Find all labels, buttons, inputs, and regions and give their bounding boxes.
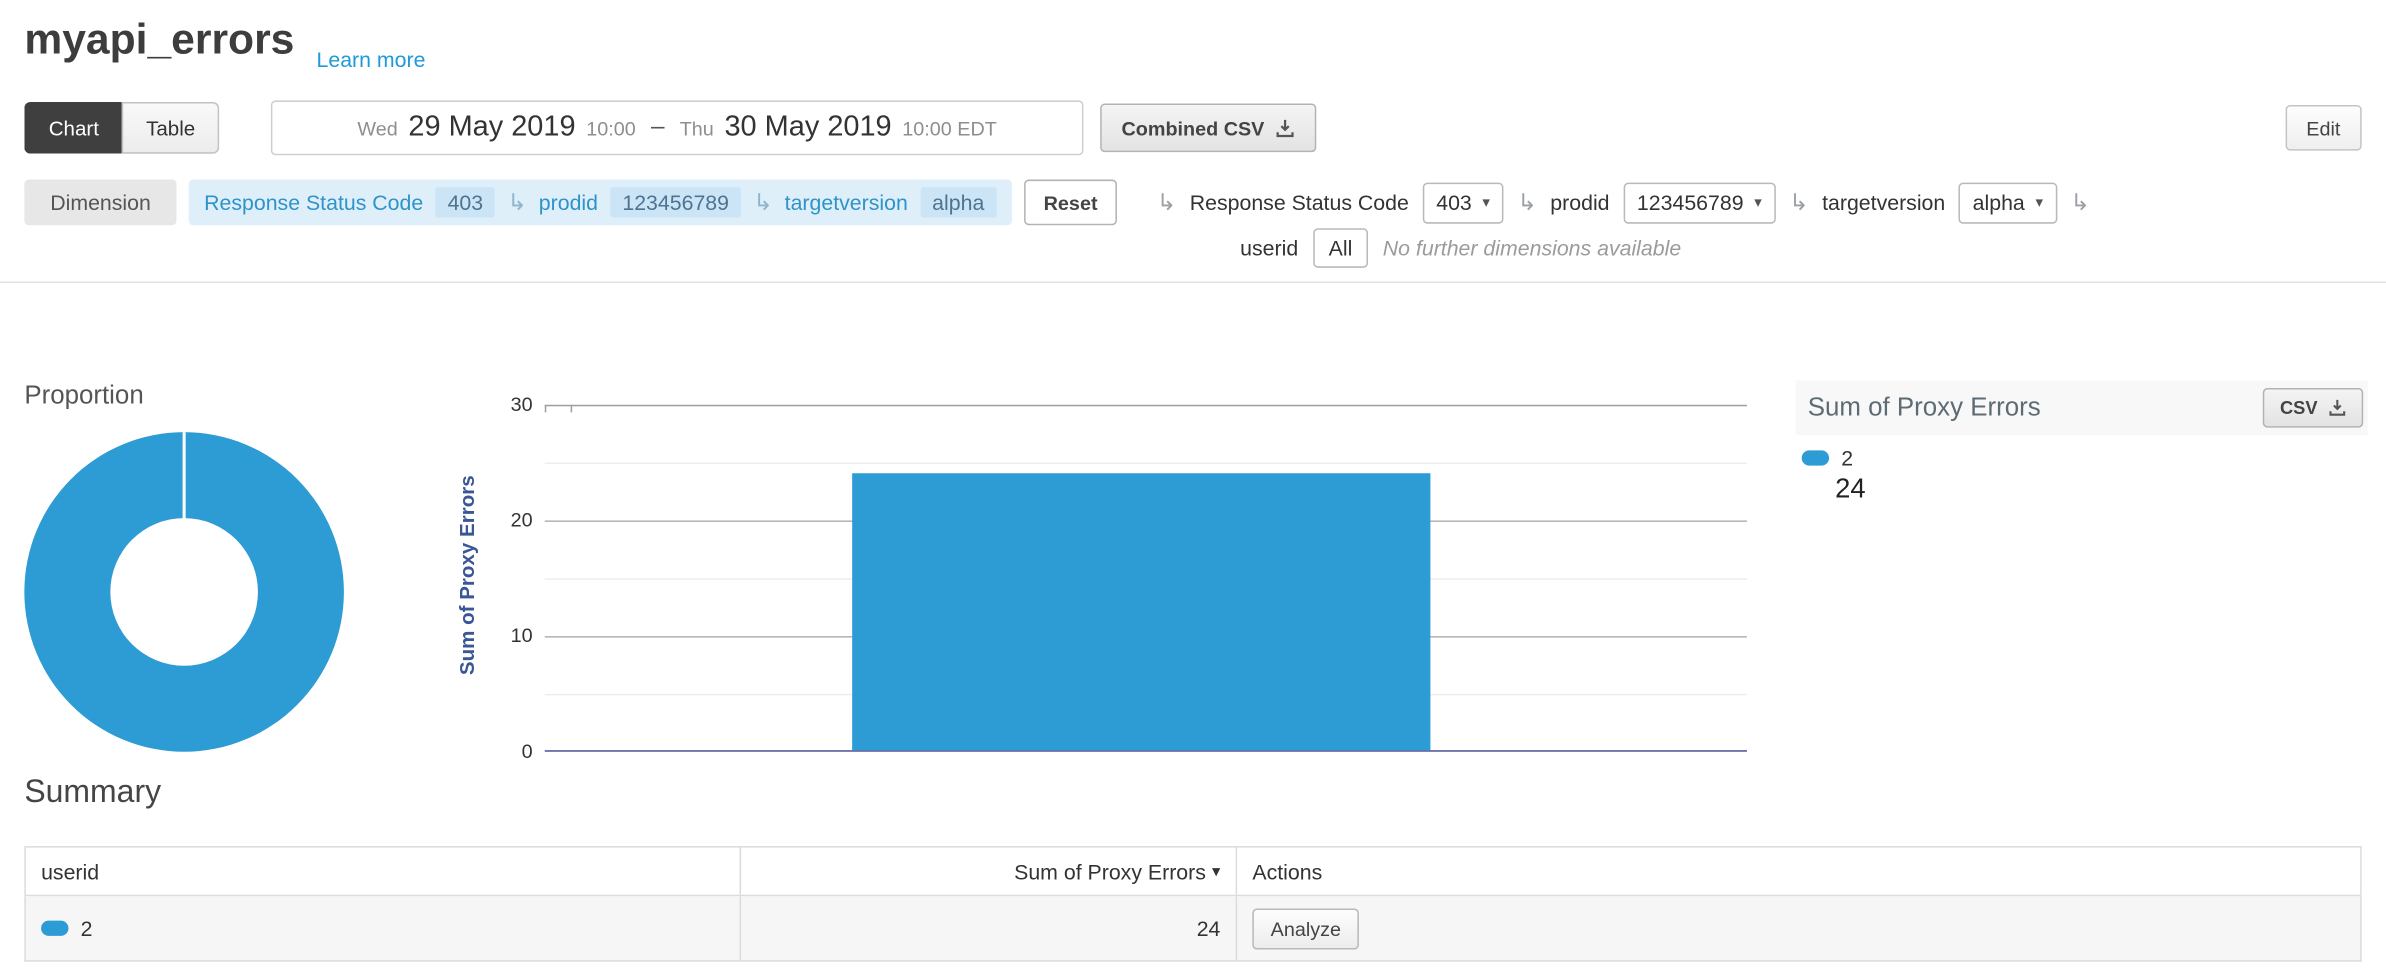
- caret-down-icon: ▾: [2035, 194, 2043, 211]
- legend-item[interactable]: 2: [1802, 446, 1853, 470]
- selector-label-targetversion: targetversion: [1822, 190, 1945, 214]
- dimension-label: Dimension: [24, 180, 176, 226]
- date-range-separator: –: [646, 114, 669, 141]
- selector-label-status-code: Response Status Code: [1190, 190, 1409, 214]
- legend-label: 2: [1841, 446, 1853, 470]
- selector-label-prodid: prodid: [1550, 190, 1609, 214]
- level-down-icon: ↳: [1517, 189, 1536, 216]
- column-header-sum[interactable]: Sum of Proxy Errors ▾: [741, 848, 1237, 895]
- proportion-label: Proportion: [24, 380, 143, 410]
- bar-plot: [545, 405, 1747, 752]
- y-tick-10: 10: [463, 624, 533, 647]
- level-down-icon: ↳: [1157, 189, 1176, 216]
- y-tick-20: 20: [463, 508, 533, 531]
- summary-title: Summary: [24, 775, 161, 812]
- level-down-icon: ↳: [1789, 189, 1808, 216]
- start-time: 10:00: [586, 116, 636, 139]
- end-day: Thu: [680, 116, 714, 139]
- learn-more-link[interactable]: Learn more: [317, 47, 426, 71]
- breadcrumb-name-targetversion[interactable]: targetversion: [785, 190, 908, 214]
- prodid-select[interactable]: 123456789 ▾: [1623, 182, 1775, 223]
- donut-hole: [110, 518, 258, 666]
- start-date: 29 May 2019: [408, 111, 575, 144]
- toolbar: Chart Table Wed 29 May 2019 10:00 – Thu …: [0, 100, 2386, 155]
- download-icon: [2328, 399, 2346, 417]
- download-icon: [1275, 118, 1295, 138]
- axis-tick: [545, 405, 547, 413]
- summary-table: userid Sum of Proxy Errors ▾ Actions 2 2…: [24, 846, 2361, 962]
- csv-label: CSV: [2280, 397, 2318, 418]
- sort-desc-icon: ▾: [1212, 861, 1220, 881]
- column-header-actions: Actions: [1237, 848, 2363, 895]
- gridline-25: [545, 463, 1747, 465]
- column-header-userid[interactable]: userid: [26, 848, 741, 895]
- y-tick-0: 0: [463, 740, 533, 763]
- breadcrumb-value-targetversion[interactable]: alpha: [920, 187, 996, 217]
- end-date: 30 May 2019: [724, 111, 891, 144]
- divider: [0, 282, 2386, 284]
- level-down-icon: ↳: [753, 189, 772, 216]
- view-toggle: Chart Table: [24, 102, 219, 154]
- proportion-panel: [24, 414, 426, 758]
- dimension-selectors: ↳ Response Status Code 403 ▾ ↳ prodid 12…: [1157, 182, 2090, 223]
- level-down-icon: ↳: [2070, 189, 2089, 216]
- legend-swatch: [1802, 450, 1829, 465]
- start-day: Wed: [357, 116, 397, 139]
- dimension-bar: Dimension Response Status Code 403 ↳ pro…: [24, 180, 2089, 226]
- page-title: myapi_errors: [24, 15, 294, 64]
- no-more-dimensions-text: No further dimensions available: [1383, 236, 1681, 260]
- chart-view-button[interactable]: Chart: [24, 102, 121, 154]
- axis-tick: [571, 405, 573, 413]
- end-time: 10:00 EDT: [902, 116, 997, 139]
- y-tick-30: 30: [463, 393, 533, 416]
- reset-button[interactable]: Reset: [1024, 180, 1117, 226]
- cell-sum: 24: [741, 896, 1237, 960]
- summary-table-header: userid Sum of Proxy Errors ▾ Actions: [24, 846, 2361, 896]
- gridline-30: [545, 405, 1747, 407]
- status-code-select[interactable]: 403 ▾: [1423, 182, 1504, 223]
- report-page: myapi_errors Learn more Chart Table Wed …: [0, 0, 2386, 968]
- donut-chart[interactable]: [24, 432, 344, 752]
- csv-button[interactable]: CSV: [2263, 388, 2363, 428]
- dimension-breadcrumb: Response Status Code 403 ↳ prodid 123456…: [189, 180, 1012, 226]
- userid-label: userid: [1240, 236, 1298, 260]
- analyze-button[interactable]: Analyze: [1252, 908, 1359, 949]
- status-code-select-value: 403: [1436, 190, 1472, 214]
- combined-csv-label: Combined CSV: [1121, 116, 1264, 139]
- caret-down-icon: ▾: [1482, 194, 1490, 211]
- userid-filter[interactable]: All: [1313, 228, 1367, 268]
- column-header-sum-label: Sum of Proxy Errors: [1014, 859, 1206, 883]
- table-view-button[interactable]: Table: [122, 102, 220, 154]
- cell-userid-value: 2: [81, 916, 93, 940]
- legend-panel-title: Sum of Proxy Errors: [1808, 393, 2041, 423]
- targetversion-select-value: alpha: [1973, 190, 2025, 214]
- breadcrumb-value-prodid[interactable]: 123456789: [610, 187, 741, 217]
- legend-value: 24: [1835, 473, 1865, 505]
- targetversion-select[interactable]: alpha ▾: [1959, 182, 2057, 223]
- bar[interactable]: [852, 473, 1430, 751]
- breadcrumb-name-prodid[interactable]: prodid: [539, 190, 598, 214]
- dimension-bar-row2: userid All No further dimensions availab…: [1240, 228, 1681, 268]
- prodid-select-value: 123456789: [1637, 190, 1744, 214]
- date-range-picker[interactable]: Wed 29 May 2019 10:00 – Thu 30 May 2019 …: [271, 100, 1084, 155]
- legend-panel-header: Sum of Proxy Errors CSV: [1796, 380, 2368, 435]
- x-axis-baseline: [545, 750, 1747, 752]
- breadcrumb-value-status-code[interactable]: 403: [435, 187, 495, 217]
- level-down-icon: ↳: [507, 189, 526, 216]
- table-row: 2 24 Analyze: [24, 896, 2361, 961]
- cell-userid: 2: [26, 896, 741, 960]
- edit-button[interactable]: Edit: [2285, 105, 2362, 151]
- breadcrumb-name-status-code[interactable]: Response Status Code: [204, 190, 423, 214]
- caret-down-icon: ▾: [1754, 194, 1762, 211]
- cell-actions: Analyze: [1237, 896, 2363, 960]
- row-swatch: [41, 921, 68, 936]
- combined-csv-button[interactable]: Combined CSV: [1100, 103, 1316, 152]
